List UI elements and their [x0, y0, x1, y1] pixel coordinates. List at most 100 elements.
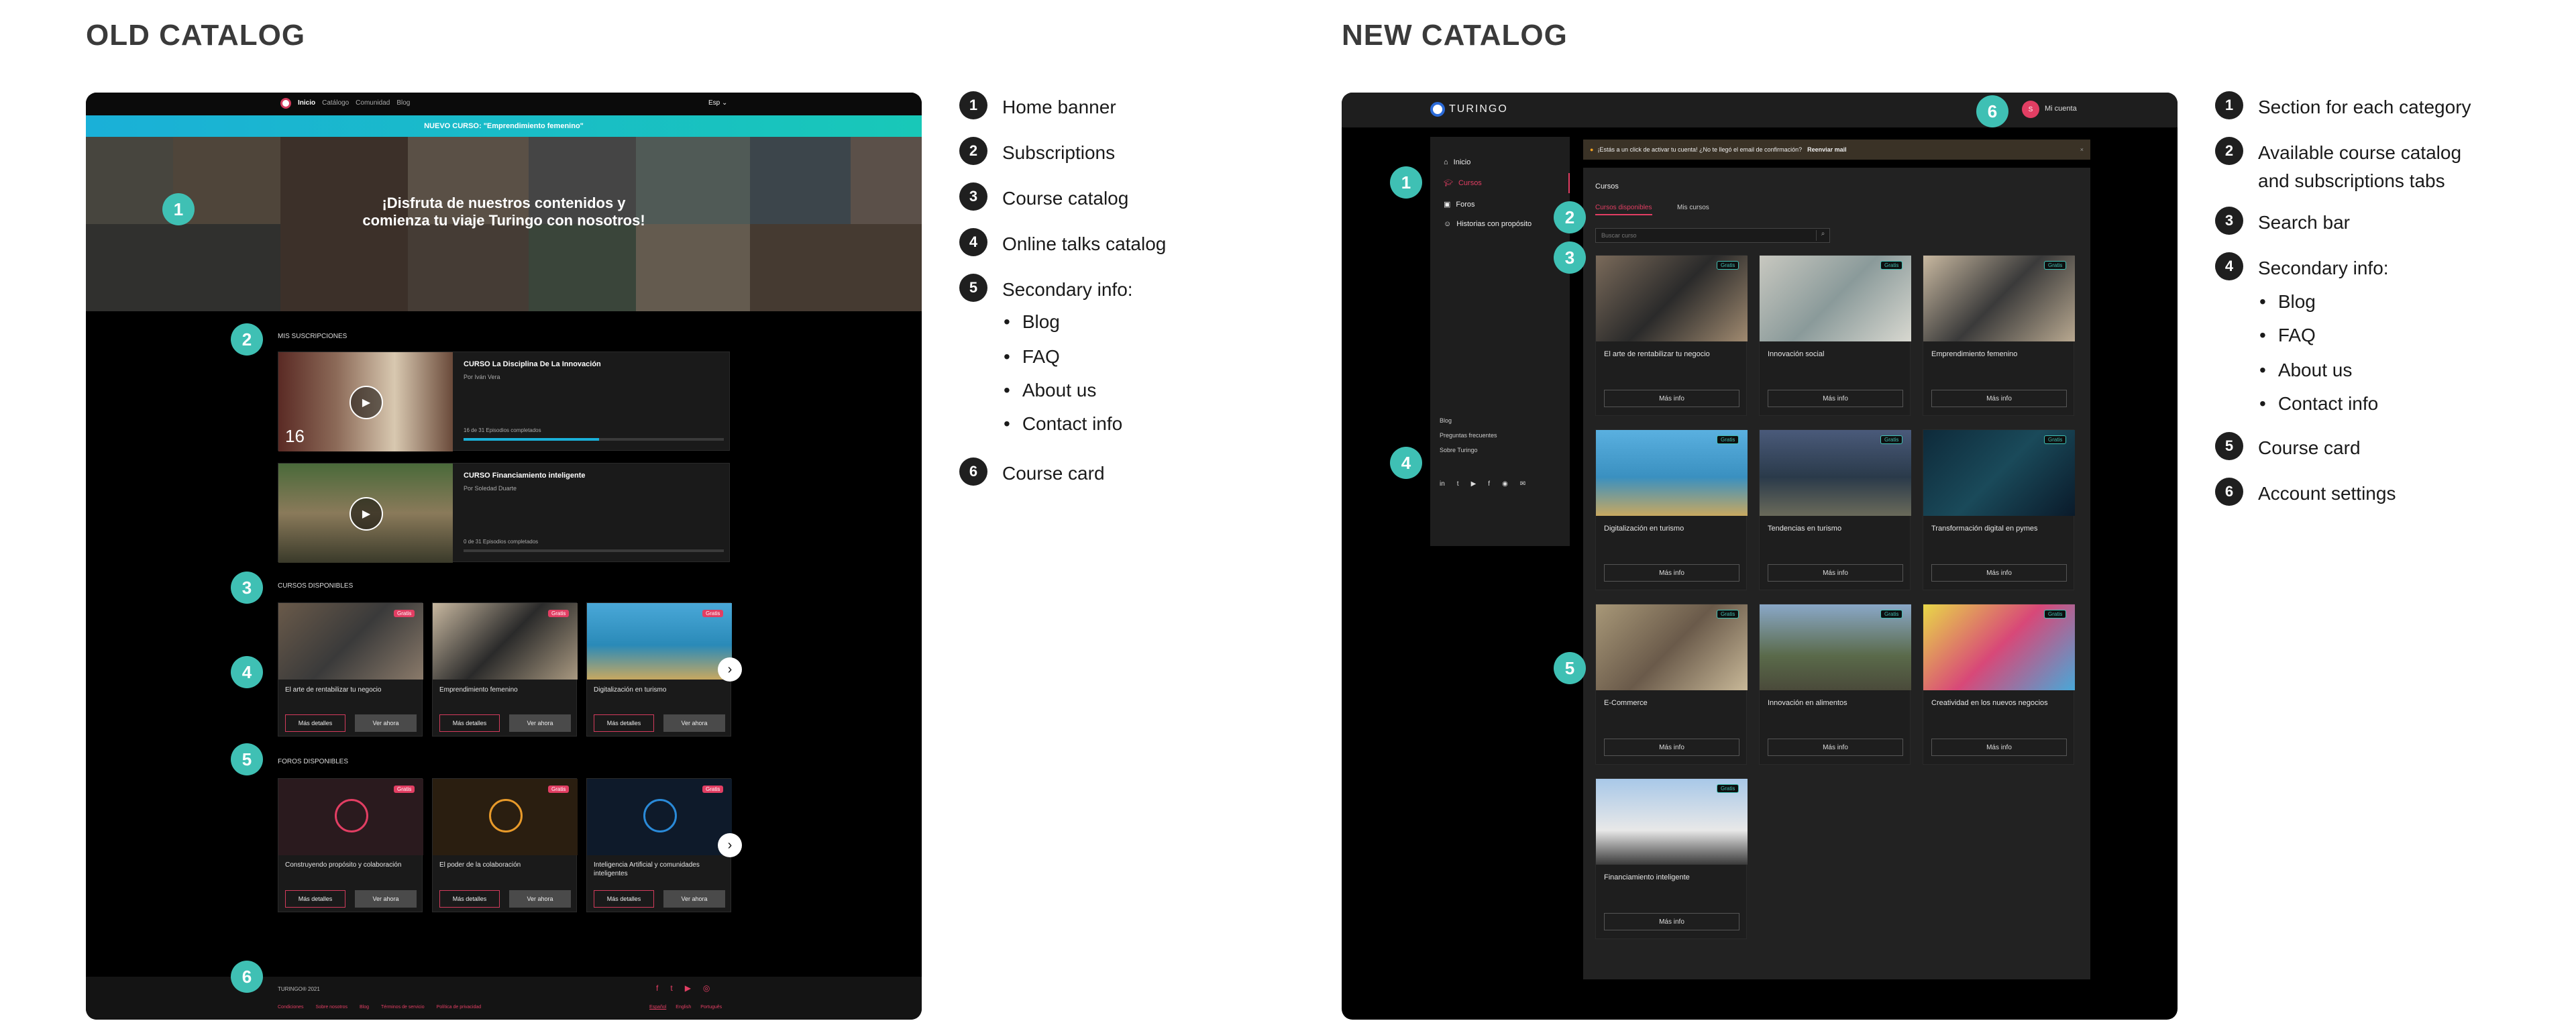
legend-number: 6 [2215, 478, 2243, 506]
facebook-icon[interactable]: f [1488, 480, 1490, 488]
course-card[interactable]: Gratis El arte de rentabilizar tu negoci… [278, 602, 423, 737]
new-course-banner[interactable]: NUEVO CURSO: "Emprendimiento femenino" [86, 115, 922, 137]
avatar[interactable]: S [2022, 101, 2039, 118]
more-details-button[interactable]: Más detalles [439, 714, 500, 732]
forum-card[interactable]: Gratis El poder de la colaboración Más d… [432, 778, 578, 912]
free-badge: Gratis [394, 786, 415, 793]
course-card[interactable]: Gratis Innovación social Más info [1759, 255, 1911, 416]
more-info-button[interactable]: Más info [1604, 913, 1739, 930]
footer-link[interactable]: Blog [360, 1005, 369, 1010]
nav-blog[interactable]: Blog [396, 99, 410, 107]
footer-link[interactable]: Términos de servicio [381, 1005, 425, 1010]
lang-select[interactable]: Esp ⌄ [708, 99, 727, 107]
course-card[interactable]: Gratis Transformación digital en pymes Más… [1923, 429, 2075, 590]
more-info-button[interactable]: Más info [1768, 739, 1903, 756]
watch-now-button[interactable]: Ver ahora [355, 890, 417, 908]
more-info-button[interactable]: Más info [1604, 390, 1739, 407]
search-input[interactable]: Buscar curso ⌕ [1595, 228, 1830, 243]
tab-my-courses[interactable]: Mis cursos [1677, 204, 1709, 211]
sidebar-item-cursos[interactable]: 🎓︎ Cursos [1444, 178, 1482, 188]
watch-now-button[interactable]: Ver ahora [355, 714, 417, 732]
close-icon[interactable]: × [2080, 146, 2084, 153]
course-card[interactable]: Gratis Digitalización en turismo Más det… [586, 602, 732, 737]
sidebar-about[interactable]: Sobre Turingo [1440, 447, 1478, 453]
lang-option[interactable]: Español [649, 1005, 666, 1010]
watch-now-button[interactable]: Ver ahora [509, 714, 571, 732]
old-legend: 1 Home banner 2 Subscriptions 3 Course cata… [959, 91, 1308, 523]
sidebar-item-foros[interactable]: ▣ Foros [1444, 200, 1475, 209]
footer-links: Condiciones Sobre nosotros Blog Términos… [278, 1005, 481, 1010]
search-icon[interactable]: ⌕ [1816, 230, 1829, 241]
forum-card[interactable]: Gratis Inteligencia Artificial y comunid… [586, 778, 732, 912]
footer-link[interactable]: Política de privacidad [437, 1005, 482, 1010]
forum-card[interactable]: Gratis Construyendo propósito y colabora… [278, 778, 423, 912]
instagram-icon[interactable]: ◎ [703, 983, 710, 993]
nav-catalogo[interactable]: Catálogo [322, 99, 349, 107]
discord-icon[interactable]: ◉ [1502, 480, 1508, 488]
carousel-next-icon[interactable]: › [718, 833, 742, 857]
course-card[interactable]: Gratis Creatividad en los nuevos negocios… [1923, 604, 2075, 765]
section-title: Cursos [1595, 182, 1619, 191]
more-info-button[interactable]: Más info [1768, 390, 1903, 407]
sidebar-faq[interactable]: Preguntas frecuentes [1440, 432, 1497, 439]
course-card[interactable]: Gratis E-Commerce Más info [1595, 604, 1748, 765]
forum-icon [489, 799, 523, 832]
more-details-button[interactable]: Más detalles [594, 890, 654, 908]
play-icon[interactable]: ▶ [350, 386, 383, 419]
course-card[interactable]: Gratis Innovación en alimentos Más info [1759, 604, 1911, 765]
twitter-icon[interactable]: t [670, 983, 672, 993]
subscription-card[interactable]: ▶ 16 CURSO La Disciplina De La Innovació… [278, 352, 730, 451]
email-icon[interactable]: ✉ [1520, 480, 1525, 488]
course-title: Emprendimiento femenino [1931, 350, 2018, 358]
play-icon[interactable]: ▶ [350, 497, 383, 531]
facebook-icon[interactable]: f [656, 983, 658, 993]
sidebar-item-historias[interactable]: ☺ Historias con propósito [1444, 220, 1532, 228]
more-details-button[interactable]: Más detalles [285, 714, 345, 732]
lang-option[interactable]: English [676, 1005, 691, 1010]
watch-now-button[interactable]: Ver ahora [509, 890, 571, 908]
more-info-button[interactable]: Más info [1931, 564, 2067, 582]
annotation-marker: 6 [231, 961, 263, 993]
alert-text: ¡Estás a un click de activar tu cuenta! … [1597, 146, 1803, 153]
more-details-button[interactable]: Más detalles [594, 714, 654, 732]
course-card[interactable]: Gratis Tendencias en turismo Más info [1759, 429, 1911, 590]
free-badge: Gratis [1880, 435, 1903, 444]
old-top-nav: Inicio Catálogo Comunidad Blog Esp ⌄ [86, 93, 922, 115]
course-card[interactable]: Gratis Financiamiento inteligente Más info [1595, 778, 1748, 939]
course-card[interactable]: Gratis El arte de rentabilizar tu negocio… [1595, 255, 1748, 416]
account-link[interactable]: Mi cuenta [2045, 105, 2077, 113]
youtube-icon[interactable]: ▶ [1471, 480, 1477, 488]
resend-mail-link[interactable]: Reenviar mail [1807, 146, 1847, 153]
subscription-card[interactable]: ▶ CURSO Financiamiento inteligente Por S… [278, 463, 730, 563]
nav-comunidad[interactable]: Comunidad [356, 99, 390, 107]
more-info-button[interactable]: Más info [1931, 390, 2067, 407]
linkedin-icon[interactable]: in [1440, 480, 1445, 488]
watch-now-button[interactable]: Ver ahora [663, 890, 725, 908]
watch-now-button[interactable]: Ver ahora [663, 714, 725, 732]
youtube-icon[interactable]: ▶ [685, 983, 691, 993]
free-badge: Gratis [2044, 610, 2067, 618]
course-card[interactable]: Gratis Digitalización en turismo Más info [1595, 429, 1748, 590]
course-title: Creatividad en los nuevos negocios [1931, 699, 2048, 707]
more-info-button[interactable]: Más info [1604, 739, 1739, 756]
lang-option[interactable]: Português [700, 1005, 722, 1010]
footer-link[interactable]: Condiciones [278, 1005, 304, 1010]
more-info-button[interactable]: Más info [1604, 564, 1739, 582]
sidebar-blog[interactable]: Blog [1440, 417, 1452, 424]
footer-link[interactable]: Sobre nosotros [316, 1005, 347, 1010]
more-details-button[interactable]: Más detalles [439, 890, 500, 908]
more-details-button[interactable]: Más detalles [285, 890, 345, 908]
carousel-next-icon[interactable]: › [718, 657, 742, 682]
annotation-marker: 2 [231, 323, 263, 356]
more-info-button[interactable]: Más info [1768, 564, 1903, 582]
legend-item: 3 Search bar [2215, 207, 2350, 236]
sidebar-item-inicio[interactable]: ⌂ Inicio [1444, 158, 1470, 166]
course-card[interactable]: Gratis Emprendimiento femenino Más info [1923, 255, 2075, 416]
legend-item: 2 Available course catalog [2215, 137, 2461, 166]
tab-available[interactable]: Cursos disponibles [1595, 204, 1652, 215]
course-card[interactable]: Gratis Emprendimiento femenino Más detal… [432, 602, 578, 737]
free-badge: Gratis [702, 610, 724, 617]
more-info-button[interactable]: Más info [1931, 739, 2067, 756]
twitter-icon[interactable]: t [1457, 480, 1459, 488]
nav-inicio[interactable]: Inicio [298, 99, 315, 107]
